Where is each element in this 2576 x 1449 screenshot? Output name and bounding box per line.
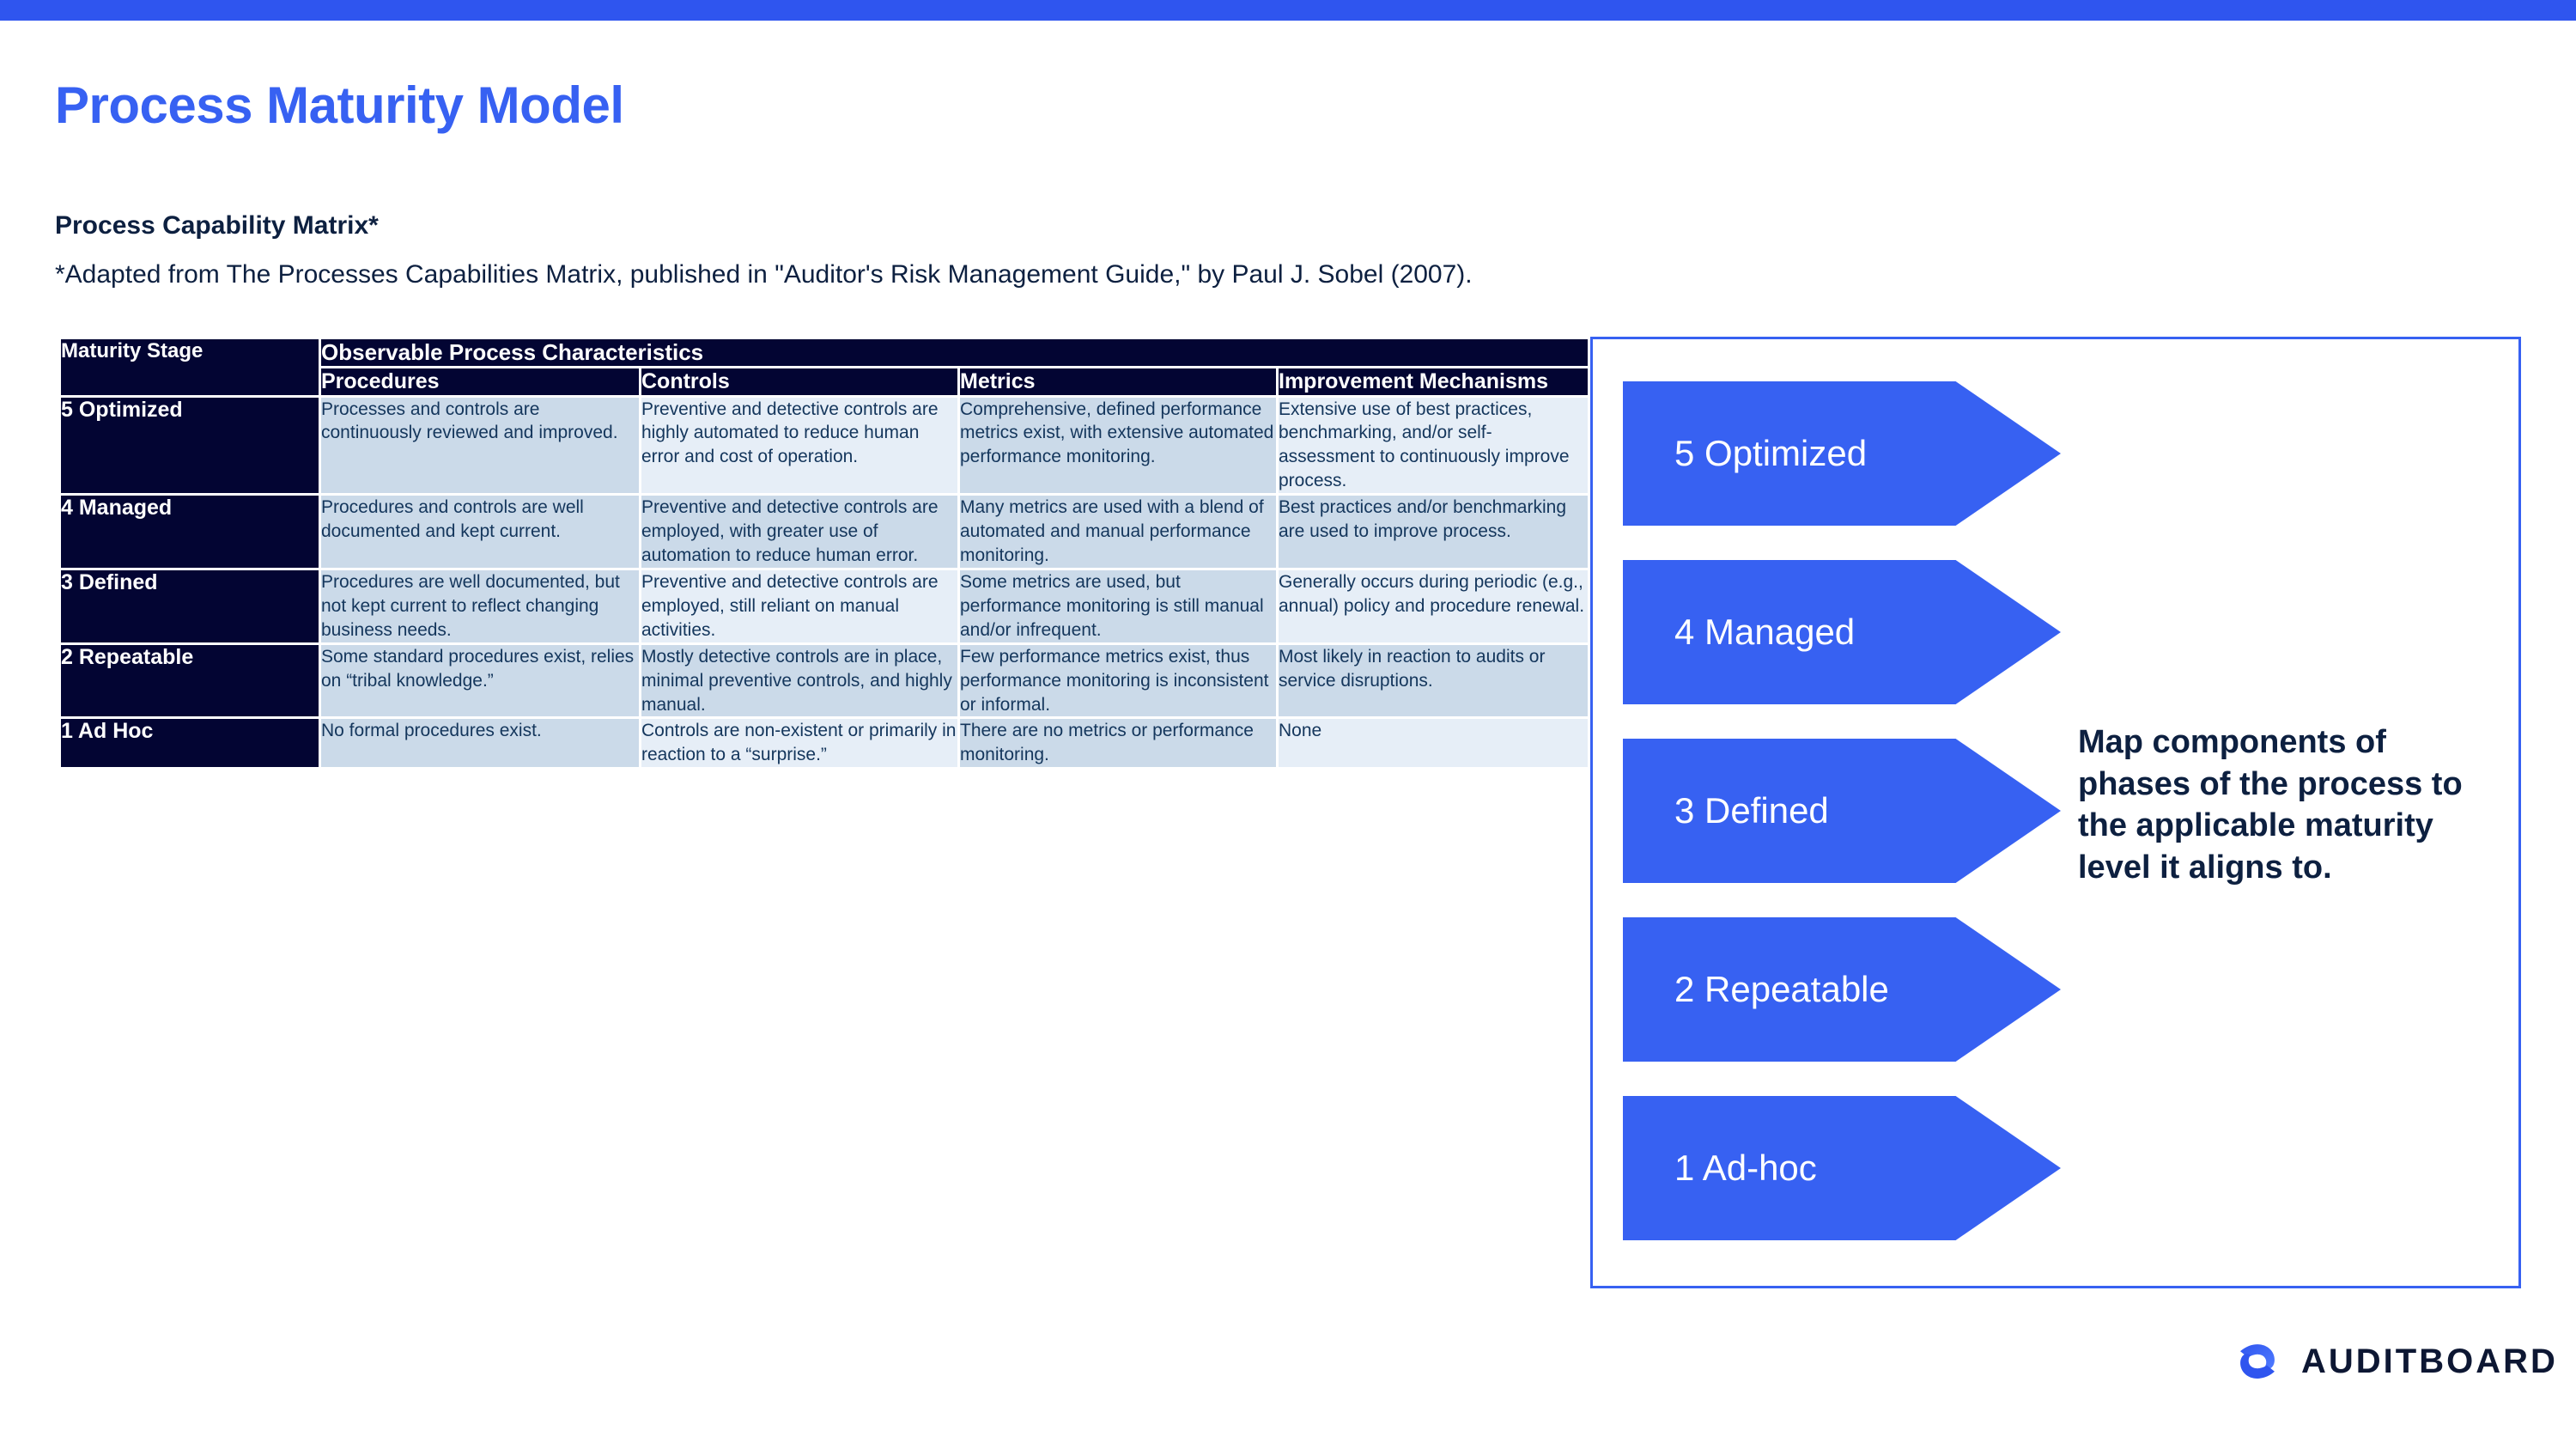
table-header-group-row: Maturity Stage Observable Process Charac…: [61, 339, 1589, 395]
chevron-2-repeatable[interactable]: 2 Repeatable: [1623, 917, 2061, 1062]
chevron-3-defined[interactable]: 3 Defined: [1623, 739, 2061, 883]
chevron-label: 2 Repeatable: [1674, 969, 1889, 1009]
auditboard-mark-icon: [2240, 1344, 2275, 1379]
cell-controls: Mostly detective controls are in place, …: [641, 644, 957, 717]
panel-instruction-note: Map components of phases of the process …: [2078, 724, 2463, 886]
stage-label: 3 Defined: [61, 569, 319, 642]
cell-controls: Preventive and detective controls are em…: [641, 496, 957, 568]
table-row: 3 Defined Procedures are well documented…: [61, 569, 1589, 642]
cell-metrics: Few performance metrics exist, thus perf…: [960, 644, 1276, 717]
maturity-chevron-stack: 5 Optimized 4 Managed 3 Defined 2 Repeat…: [1623, 381, 2061, 1240]
column-header-controls: Controls: [641, 368, 957, 395]
cell-metrics: Some metrics are used, but performance m…: [960, 569, 1276, 642]
cell-procedures: No formal procedures exist.: [321, 719, 639, 768]
column-header-metrics: Metrics: [960, 368, 1276, 395]
column-header-improvement-mechanisms: Improvement Mechanisms: [1279, 368, 1589, 395]
header-maturity-stage: Maturity Stage: [61, 339, 319, 395]
chevron-1-ad-hoc[interactable]: 1 Ad-hoc: [1623, 1096, 2061, 1240]
cell-improvement: None: [1279, 719, 1589, 768]
process-capability-matrix: Maturity Stage Observable Process Charac…: [58, 337, 1590, 770]
chevron-4-managed[interactable]: 4 Managed: [1623, 560, 2061, 704]
subtitle: Process Capability Matrix*: [55, 211, 379, 240]
page-title: Process Maturity Model: [55, 76, 624, 134]
cell-improvement: Best practices and/or benchmarking are u…: [1279, 496, 1589, 568]
cell-metrics: Comprehensive, defined performance metri…: [960, 397, 1276, 494]
cell-procedures: Processes and controls are continuously …: [321, 397, 639, 494]
stage-label: 5 Optimized: [61, 397, 319, 494]
top-accent-bar: [0, 0, 2576, 21]
cell-metrics: Many metrics are used with a blend of au…: [960, 496, 1276, 568]
chevron-label: 3 Defined: [1674, 790, 1829, 831]
table-row: 1 Ad Hoc No formal procedures exist. Con…: [61, 719, 1589, 768]
cell-procedures: Some standard procedures exist, relies o…: [321, 644, 639, 717]
stage-label: 1 Ad Hoc: [61, 719, 319, 768]
cell-improvement: Generally occurs during periodic (e.g., …: [1279, 569, 1589, 642]
stage-label: 2 Repeatable: [61, 644, 319, 717]
chevron-label: 4 Managed: [1674, 612, 1856, 652]
table-row: 2 Repeatable Some standard procedures ex…: [61, 644, 1589, 717]
header-observable-process-characteristics: Observable Process Characteristics: [321, 339, 1589, 366]
chevron-5-optimized[interactable]: 5 Optimized: [1623, 381, 2061, 526]
auditboard-logo: AUDITBOARD: [2233, 1336, 2558, 1386]
cell-controls: Controls are non-existent or primarily i…: [641, 719, 957, 768]
cell-controls: Preventive and detective controls are em…: [641, 569, 957, 642]
cell-metrics: There are no metrics or performance moni…: [960, 719, 1276, 768]
chevron-label: 5 Optimized: [1674, 433, 1868, 473]
cell-improvement: Most likely in reaction to audits or ser…: [1279, 644, 1589, 717]
cell-controls: Preventive and detective controls are hi…: [641, 397, 957, 494]
stage-label: 4 Managed: [61, 496, 319, 568]
source-note: *Adapted from The Processes Capabilities…: [55, 260, 1473, 289]
table-row: 5 Optimized Processes and controls are c…: [61, 397, 1589, 494]
auditboard-logo-text: AUDITBOARD: [2301, 1342, 2558, 1380]
cell-procedures: Procedures are well documented, but not …: [321, 569, 639, 642]
column-header-procedures: Procedures: [321, 368, 639, 395]
cell-procedures: Procedures and controls are well documen…: [321, 496, 639, 568]
chevron-label: 1 Ad-hoc: [1674, 1148, 1817, 1188]
table-row: 4 Managed Procedures and controls are we…: [61, 496, 1589, 568]
cell-improvement: Extensive use of best practices, benchma…: [1279, 397, 1589, 494]
